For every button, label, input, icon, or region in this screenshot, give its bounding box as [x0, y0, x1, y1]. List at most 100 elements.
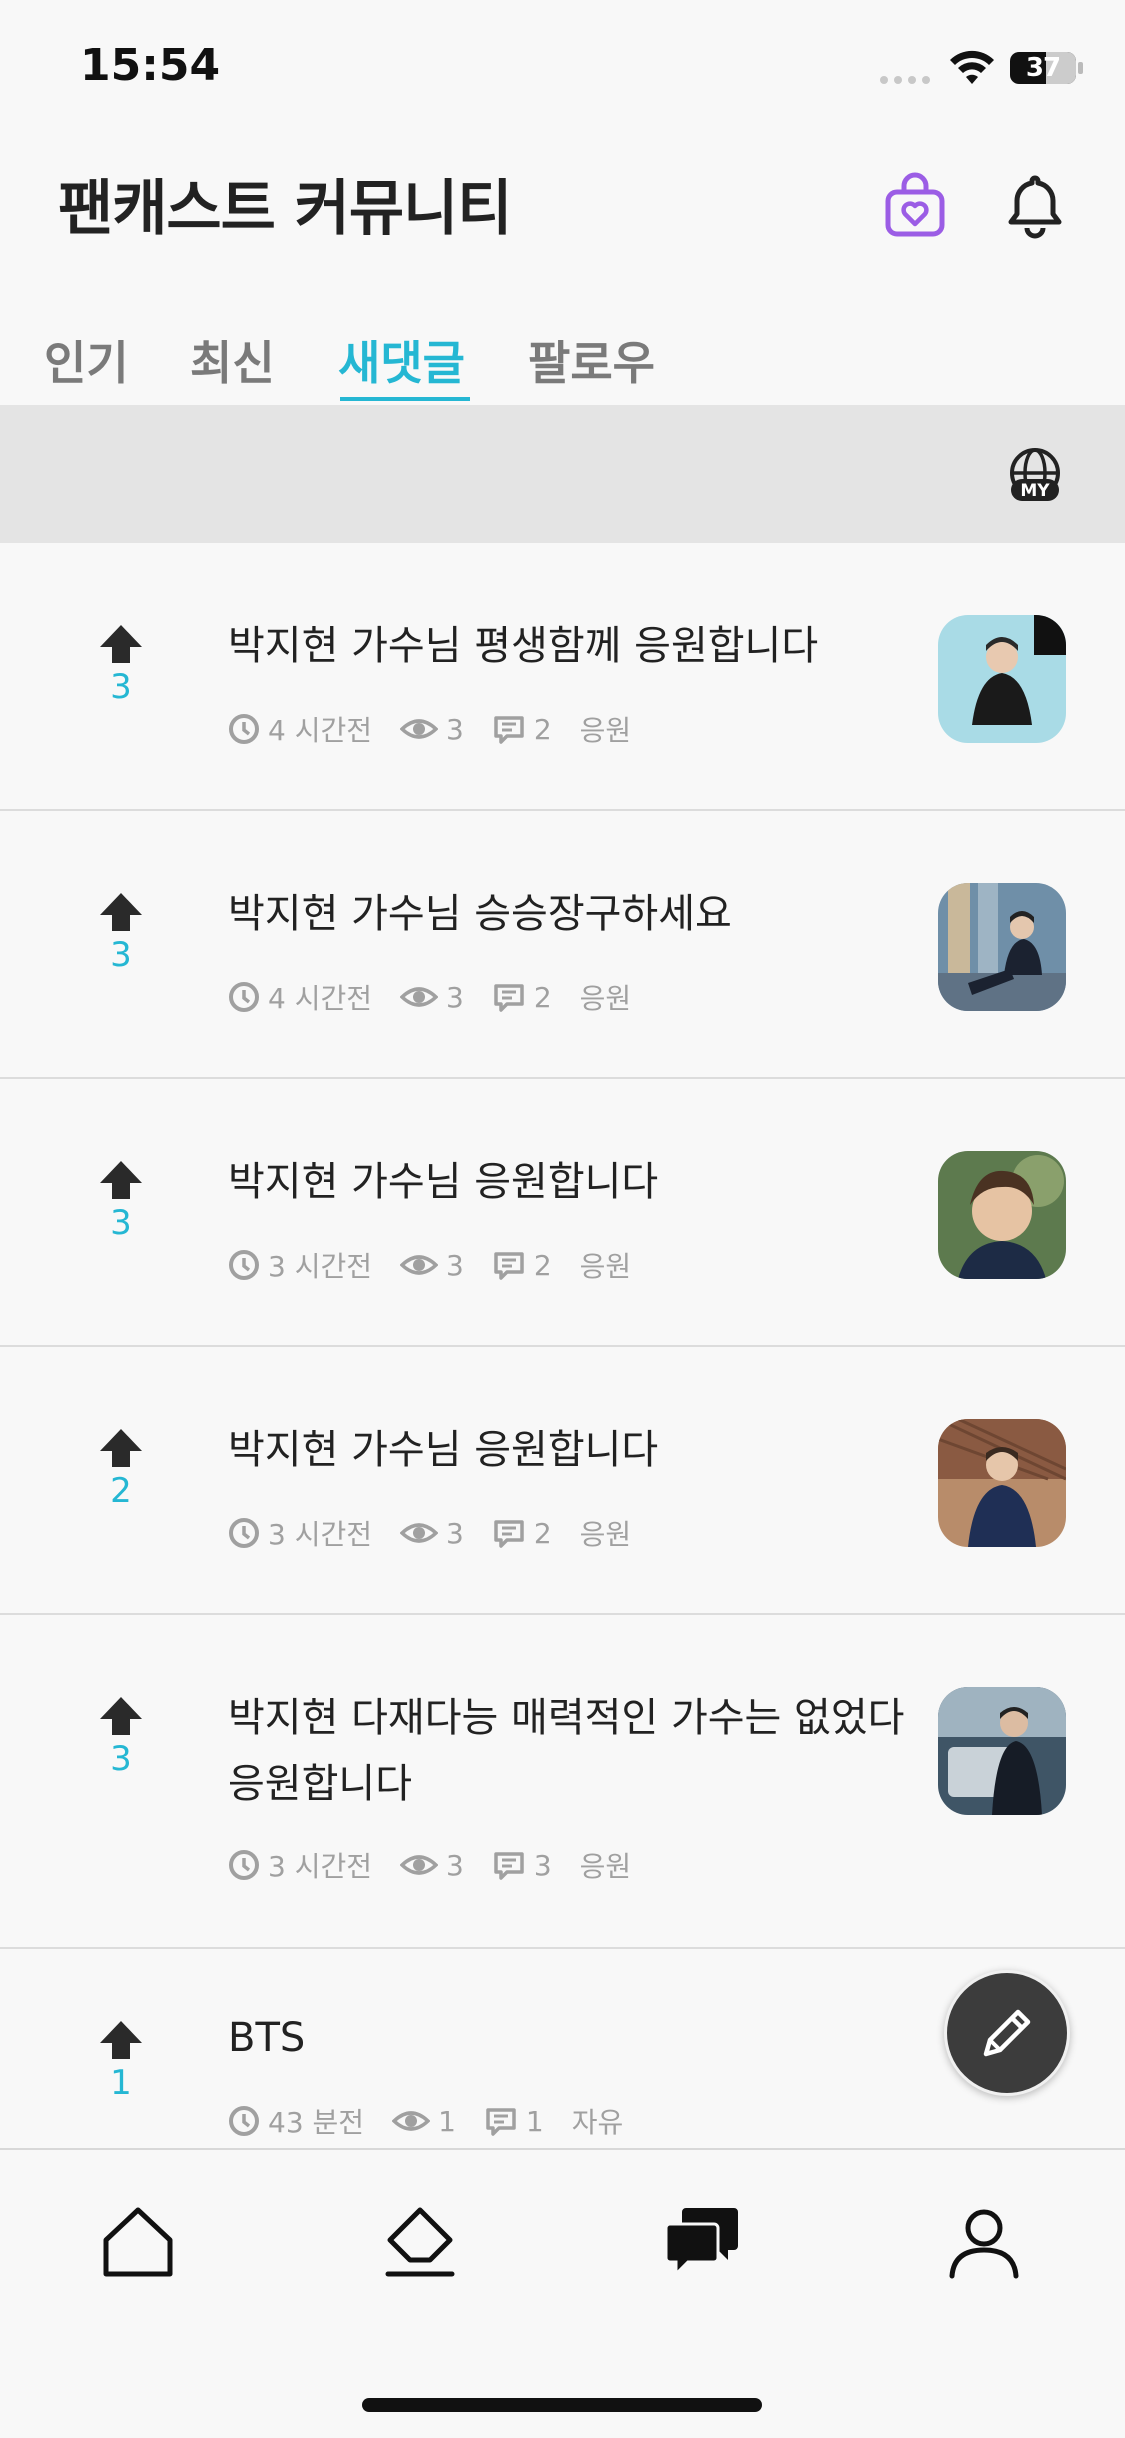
upvote-arrow-icon[interactable]	[98, 2019, 144, 2061]
battery-level: 37	[1025, 53, 1061, 83]
comment-icon	[494, 1520, 524, 1548]
vote-count: 3	[110, 1203, 132, 1243]
eraser-icon[interactable]	[380, 2202, 460, 2282]
battery-icon: 37	[1010, 52, 1076, 84]
view-count: 3	[446, 980, 464, 1014]
tab-popular[interactable]: 인기	[44, 327, 129, 393]
upvote-arrow-icon[interactable]	[98, 1427, 144, 1469]
post-title[interactable]: BTS	[228, 2005, 908, 2071]
post-row[interactable]: 3 박지현 가수님 응원합니다 3 시간전 3 2 응원	[0, 1079, 1125, 1347]
home-indicator	[362, 2398, 762, 2412]
pencil-icon	[983, 2009, 1031, 2057]
app-header: 팬캐스트 커뮤니티	[0, 140, 1125, 260]
vote-widget[interactable]: 3	[96, 1695, 146, 1779]
post-row[interactable]: 3 박지현 가수님 승승장구하세요 4 시간전 3 2 응원	[0, 811, 1125, 1079]
status-bar: 15:54 37	[0, 0, 1125, 140]
post-thumbnail[interactable]	[938, 615, 1066, 743]
vote-count: 2	[110, 1471, 132, 1511]
post-time: 4 시간전	[268, 714, 372, 747]
vote-count: 1	[110, 2063, 132, 2103]
view-count: 3	[446, 1848, 464, 1882]
clock-icon	[229, 2106, 259, 2136]
upvote-arrow-icon[interactable]	[98, 891, 144, 933]
clock-icon	[229, 1250, 259, 1280]
vote-widget[interactable]: 3	[96, 623, 146, 707]
post-title[interactable]: 박지현 가수님 승승장구하세요	[228, 881, 908, 947]
cellular-signal-icon	[880, 76, 930, 84]
chat-bubbles-icon[interactable]	[662, 2202, 742, 2282]
post-meta: 4 시간전 3 2 응원	[228, 977, 659, 1017]
status-time: 15:54	[80, 40, 221, 91]
post-meta: 3 시간전 3 2 응원	[228, 1245, 659, 1285]
comment-icon	[486, 2108, 516, 2136]
vote-widget[interactable]: 3	[96, 1159, 146, 1243]
post-meta: 43 분전 1 1 자유	[228, 2101, 651, 2141]
eye-icon	[400, 1523, 438, 1543]
post-title[interactable]: 박지현 가수님 응원합니다	[228, 1149, 908, 1215]
comment-icon	[494, 1252, 524, 1280]
my-label: MY	[1020, 481, 1050, 501]
vote-widget[interactable]: 2	[96, 1427, 146, 1511]
clock-icon	[229, 982, 259, 1012]
vote-count: 3	[110, 667, 132, 707]
bottom-nav	[0, 2148, 1125, 2438]
tab-following[interactable]: 팔로우	[528, 327, 655, 393]
vote-widget[interactable]: 3	[96, 891, 146, 975]
filter-bar: MY	[0, 405, 1125, 543]
post-title[interactable]: 박지현 가수님 평생함께 응원합니다	[228, 613, 908, 679]
post-meta: 4 시간전 3 2 응원	[228, 709, 659, 749]
write-post-button[interactable]	[944, 1970, 1070, 2096]
tab-new-comments[interactable]: 새댓글	[338, 327, 465, 393]
post-thumbnail[interactable]	[938, 1419, 1066, 1547]
comment-count: 2	[533, 980, 552, 1014]
view-count: 3	[446, 712, 464, 746]
shop-bag-heart-icon[interactable]	[880, 170, 950, 240]
post-meta: 3 시간전 3 3 응원	[228, 1845, 659, 1885]
post-time: 43 분전	[268, 2106, 365, 2139]
post-title[interactable]: 박지현 가수님 응원합니다	[228, 1417, 908, 1483]
page-title: 팬캐스트 커뮤니티	[58, 174, 512, 244]
post-category: 응원	[579, 982, 632, 1015]
post-title[interactable]: 박지현 다재다능 매력적인 가수는 없었다 응원합니다	[228, 1685, 908, 1817]
view-count: 3	[446, 1248, 464, 1282]
eye-icon	[400, 987, 438, 1007]
upvote-arrow-icon[interactable]	[98, 1159, 144, 1201]
post-row[interactable]: 3 박지현 다재다능 매력적인 가수는 없었다 응원합니다 3 시간전 3 3 …	[0, 1615, 1125, 1949]
post-category: 응원	[579, 1518, 632, 1551]
view-count: 3	[446, 1516, 464, 1550]
upvote-arrow-icon[interactable]	[98, 623, 144, 665]
eye-icon	[400, 719, 438, 739]
home-icon[interactable]	[98, 2202, 178, 2282]
clock-icon	[229, 1518, 259, 1548]
vote-widget[interactable]: 1	[96, 2019, 146, 2103]
post-meta: 3 시간전 3 2 응원	[228, 1513, 659, 1553]
vote-count: 3	[110, 1739, 132, 1779]
post-row[interactable]: 2 박지현 가수님 응원합니다 3 시간전 3 2 응원	[0, 1347, 1125, 1615]
post-row[interactable]: 3 박지현 가수님 평생함께 응원합니다 4 시간전 3 2 응원	[0, 543, 1125, 811]
eye-icon	[400, 1855, 438, 1875]
comment-count: 2	[533, 712, 552, 746]
upvote-arrow-icon[interactable]	[98, 1695, 144, 1737]
post-category: 응원	[579, 714, 632, 747]
my-globe-icon[interactable]: MY	[1004, 447, 1066, 505]
comment-icon	[494, 984, 524, 1012]
comment-count: 1	[525, 2104, 544, 2138]
comment-count: 2	[533, 1248, 552, 1282]
post-category: 자유	[571, 2106, 624, 2139]
post-thumbnail[interactable]	[938, 883, 1066, 1011]
post-thumbnail[interactable]	[938, 1151, 1066, 1279]
tab-bar: 인기 최신 새댓글 팔로우	[0, 315, 1125, 405]
comment-count: 3	[533, 1848, 552, 1882]
active-tab-indicator	[340, 397, 470, 401]
comment-count: 2	[533, 1516, 552, 1550]
bell-icon[interactable]	[1002, 170, 1068, 240]
clock-icon	[229, 714, 259, 744]
wifi-icon	[950, 50, 994, 84]
post-category: 응원	[579, 1850, 632, 1883]
clock-icon	[229, 1850, 259, 1880]
profile-icon[interactable]	[944, 2202, 1024, 2282]
eye-icon	[392, 2111, 431, 2131]
post-thumbnail[interactable]	[938, 1687, 1066, 1815]
tab-latest[interactable]: 최신	[190, 327, 275, 393]
post-list: 3 박지현 가수님 평생함께 응원합니다 4 시간전 3 2 응원 3 박지현 …	[0, 543, 1125, 2149]
